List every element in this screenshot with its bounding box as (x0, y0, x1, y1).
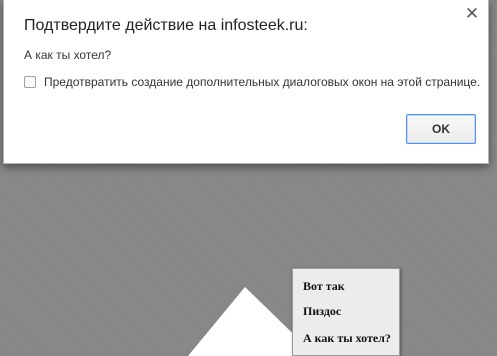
dialog-message: А как ты хотел? (24, 48, 112, 62)
popup-menu: Вот так Пиздос А как ты хотел? (292, 268, 400, 356)
close-icon[interactable]: ✕ (464, 5, 480, 22)
ok-button[interactable]: OK (406, 114, 476, 144)
confirm-dialog: ✕ Подтвердите действие на infosteek.ru: … (3, 0, 489, 164)
suppress-dialogs-checkbox[interactable] (24, 76, 36, 88)
suppress-dialogs-row[interactable]: Предотвратить создание дополнительных ди… (24, 74, 480, 90)
menu-item-pizdos[interactable]: Пиздос (293, 299, 397, 323)
dialog-title: Подтвердите действие на infosteek.ru: (24, 17, 308, 34)
menu-item-a-kak-ty-hotel[interactable]: А как ты хотел? (293, 326, 397, 350)
menu-item-vot-tak[interactable]: Вот так (293, 274, 397, 298)
suppress-dialogs-label: Предотвратить создание дополнительных ди… (44, 75, 481, 89)
